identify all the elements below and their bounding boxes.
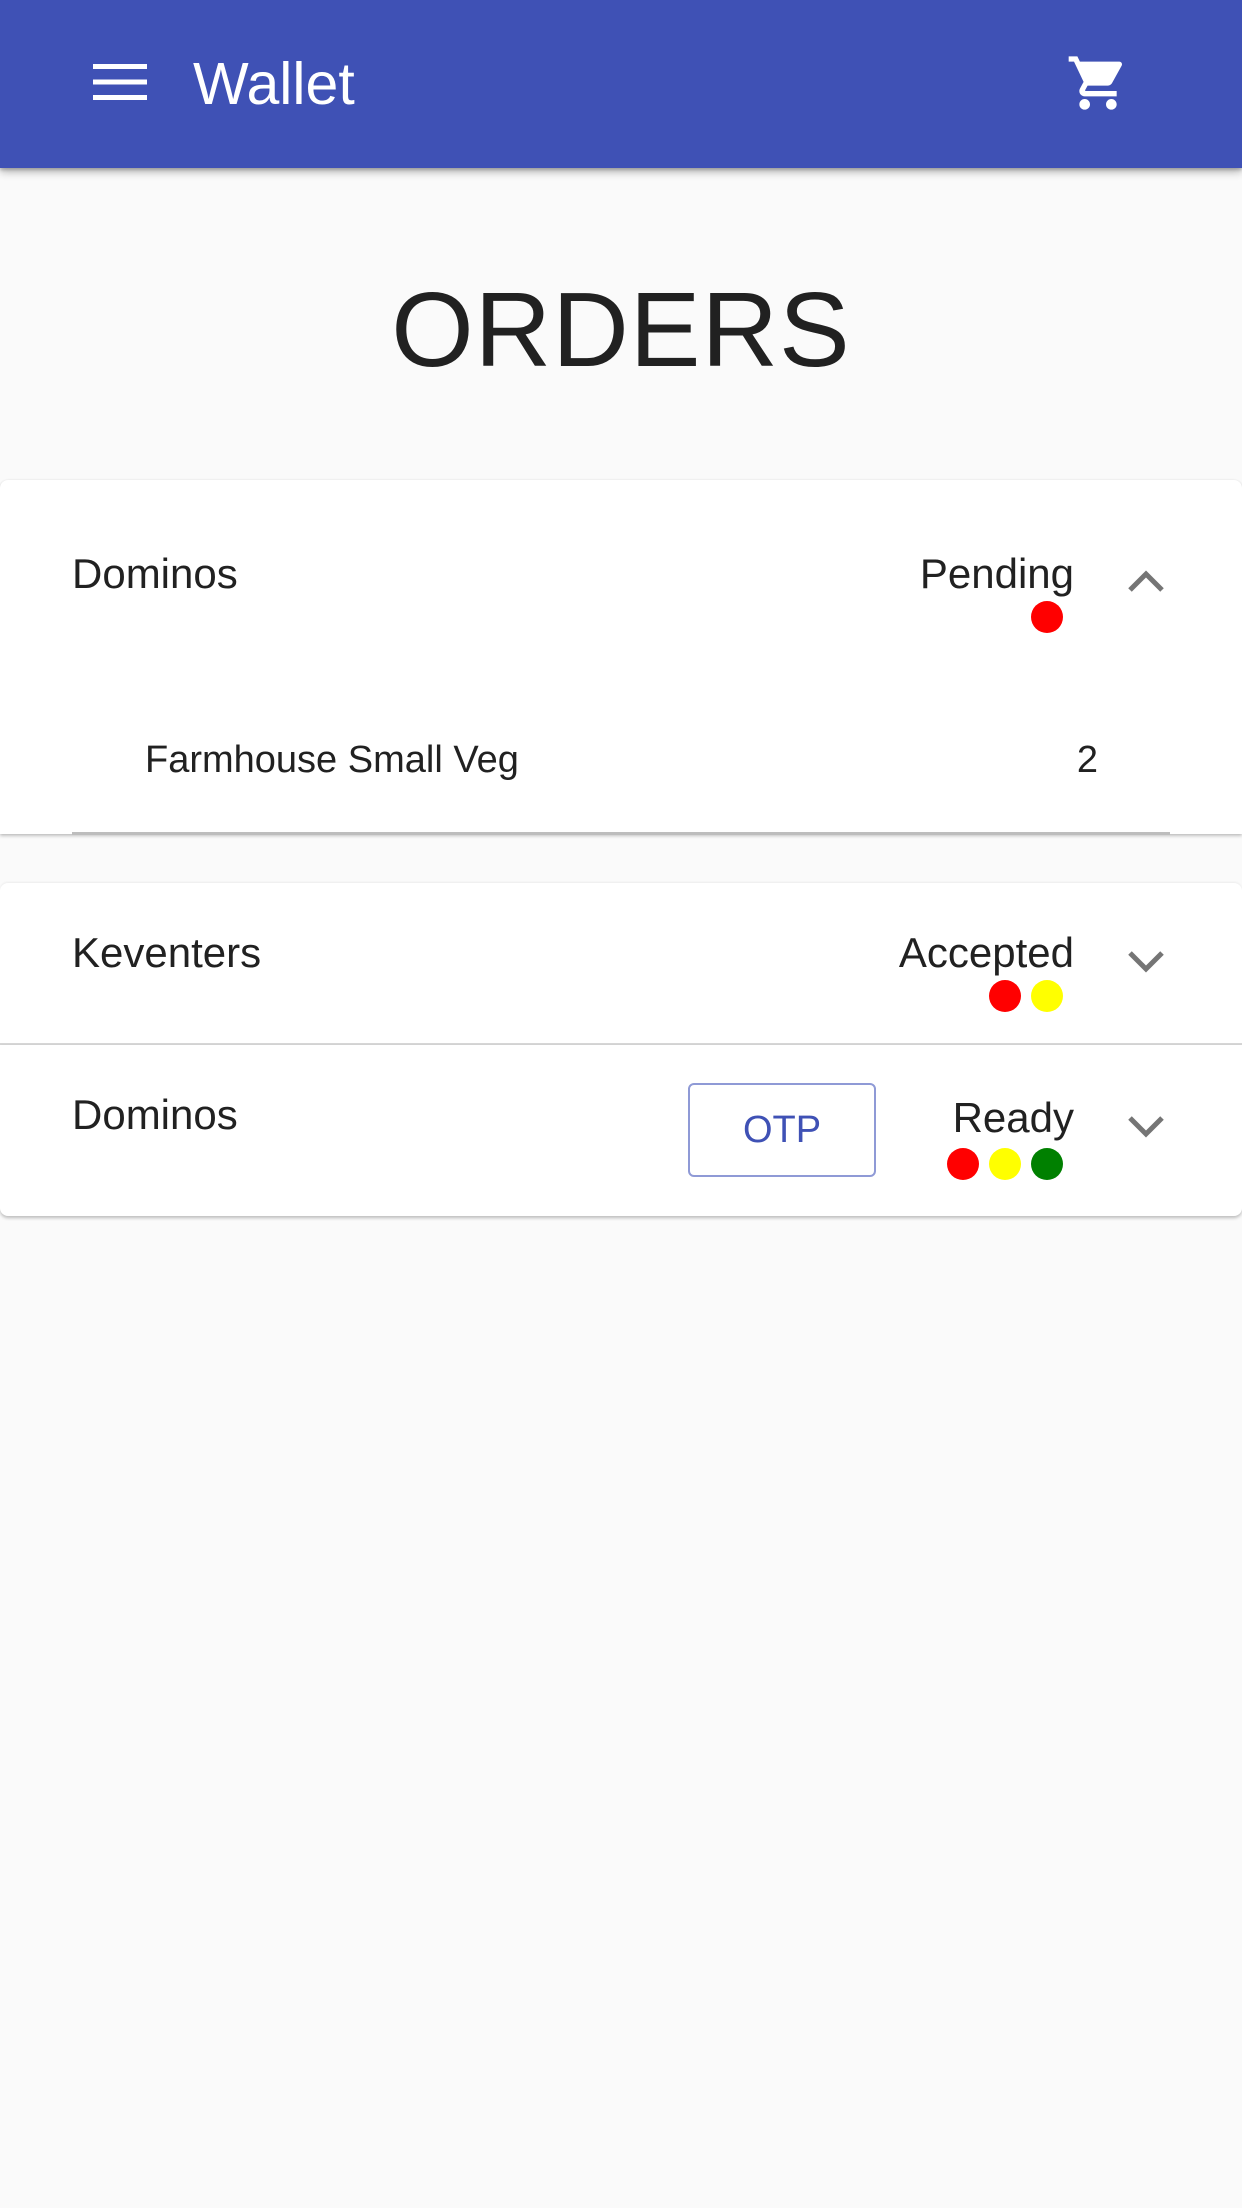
chevron-down-icon — [1126, 1114, 1166, 1145]
status-label: Ready — [952, 1094, 1074, 1141]
expand-button[interactable] — [1122, 940, 1170, 988]
cart-button[interactable] — [1050, 40, 1146, 130]
status-dot-red — [989, 980, 1021, 1012]
chevron-down-icon — [1126, 949, 1166, 980]
order-item-name: Farmhouse Small Veg — [145, 739, 519, 781]
collapse-button[interactable] — [1122, 559, 1170, 607]
store-name: Dominos — [72, 1091, 238, 1138]
menu-icon — [93, 62, 147, 107]
order-item-quantity: 2 — [1076, 739, 1098, 781]
status-dots — [1031, 601, 1063, 633]
store-name: Keventers — [72, 929, 262, 976]
status-dot-red — [1031, 601, 1063, 633]
expand-button[interactable] — [1122, 1105, 1170, 1153]
app-bar: Wallet — [0, 0, 1242, 168]
page-title: ORDERS — [391, 271, 851, 389]
app-title: Wallet — [193, 51, 355, 117]
status-label: Accepted — [898, 929, 1074, 976]
cart-icon — [1066, 51, 1130, 120]
status-label: Pending — [919, 550, 1074, 597]
status-dots — [947, 1148, 1063, 1180]
order-panel[interactable]: Keventers Accepted — [0, 883, 1242, 1044]
status-dots — [989, 980, 1063, 1012]
order-panel[interactable]: Dominos Ready — [0, 1045, 1242, 1216]
status-dot-yellow — [1031, 980, 1063, 1012]
otp-button[interactable]: OTP — [688, 1083, 876, 1177]
store-name: Dominos — [72, 550, 238, 597]
status-dot-red — [947, 1148, 979, 1180]
status-dot-yellow — [989, 1148, 1021, 1180]
menu-button[interactable] — [72, 44, 168, 124]
status-dot-green — [1031, 1148, 1063, 1180]
chevron-up-icon — [1126, 568, 1166, 599]
item-divider — [72, 832, 1170, 835]
